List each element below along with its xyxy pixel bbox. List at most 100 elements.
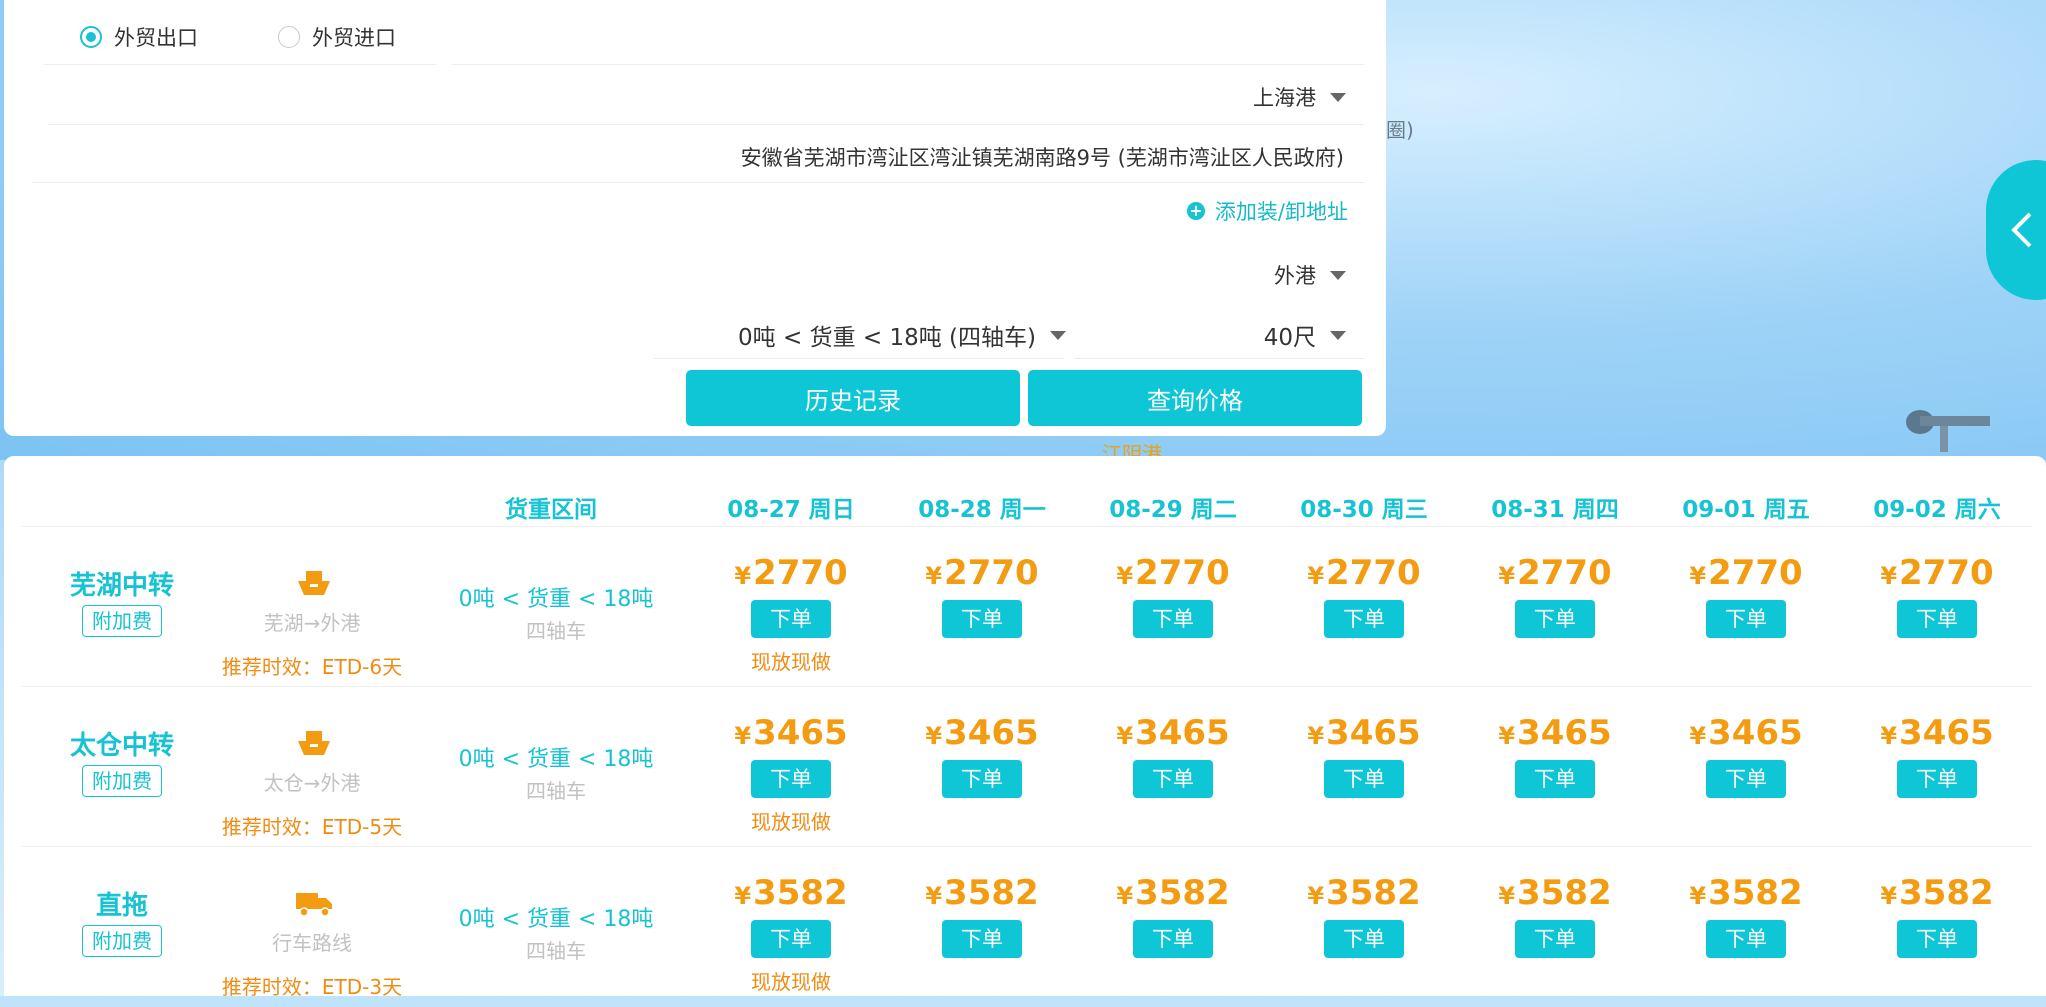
price-cell: ¥2770 下单 [887,553,1077,638]
price-value: ¥3582 [1689,873,1803,913]
order-button[interactable]: 下单 [1897,600,1977,638]
order-button[interactable]: 下单 [1706,760,1786,798]
order-button[interactable]: 下单 [751,600,831,638]
divider [48,124,1364,125]
map-label: 圈) [1386,118,1414,142]
radio-unchecked-icon [278,26,300,48]
order-button[interactable]: 下单 [1324,760,1404,798]
order-button[interactable]: 下单 [1133,600,1213,638]
query-price-button[interactable]: 查询价格 [1028,370,1362,426]
price-cell: ¥3465 下单 [1078,713,1268,798]
table-row: 太仓中转 附加费 太仓→外港 推荐时效：ETD-5天 0吨 < 货重 < 18吨… [22,686,2032,847]
truck-type: 四轴车 [526,779,586,803]
price-cell: ¥3582 下单 [1460,873,1650,958]
chevron-down-icon [1330,330,1346,340]
order-button[interactable]: 下单 [1706,920,1786,958]
ship-decoration-icon [1906,410,1990,452]
surcharge-button[interactable]: 附加费 [82,765,162,797]
order-button[interactable]: 下单 [1133,920,1213,958]
price-value: ¥2770 [1498,553,1612,593]
price-value: ¥3582 [1880,873,1994,913]
order-button[interactable]: 下单 [1897,760,1977,798]
weight-range: 0吨 < 货重 < 18吨 [458,907,654,932]
chevron-down-icon [1050,330,1066,340]
radio-import-label: 外贸进口 [312,26,396,50]
price-value: ¥3582 [734,873,848,913]
date-header: 08-27 周日 [727,497,855,523]
price-value: ¥2770 [1116,553,1230,593]
add-address-link[interactable]: + 添加装/卸地址 [1186,196,1348,226]
chevron-left-icon [2011,212,2032,248]
order-button[interactable]: 下单 [751,920,831,958]
order-button[interactable]: 下单 [1897,920,1977,958]
price-cell: ¥3582 下单 [1842,873,2032,958]
history-button[interactable]: 历史记录 [686,370,1020,426]
order-button[interactable]: 下单 [751,760,831,798]
address-value: 安徽省芜湖市湾沚区湾沚镇芜湖南路9号 (芜湖市湾沚区人民政府) [740,146,1344,170]
plus-circle-icon: + [1186,202,1205,220]
port-value: 上海港 [1253,86,1316,110]
availability-note: 现放现做 [751,810,831,834]
availability-note: 现放现做 [751,970,831,994]
price-value: ¥3465 [1498,713,1612,753]
availability-note: 现放现做 [751,650,831,674]
container-select[interactable]: 40尺 [1264,318,1346,352]
route-name: 芜湖中转 [69,571,174,601]
ship-icon [298,571,330,595]
side-collapse-toggle[interactable] [1986,160,2046,300]
date-header: 09-01 周五 [1682,497,1810,523]
order-button[interactable]: 下单 [942,760,1022,798]
truck-icon [296,893,332,917]
weight-select[interactable]: 0吨 < 货重 < 18吨 (四轴车) [738,318,1066,352]
radio-export[interactable]: 外贸出口 [80,22,198,52]
order-button[interactable]: 下单 [1515,920,1595,958]
eta-text: 推荐时效：ETD-6天 [221,655,403,679]
price-value: ¥2770 [925,553,1039,593]
surcharge-button[interactable]: 附加费 [82,605,162,637]
price-value: ¥3465 [1880,713,1994,753]
port-select[interactable]: 上海港 [1253,82,1346,112]
price-value: ¥2770 [1307,553,1421,593]
weight-range: 0吨 < 货重 < 18吨 [458,587,654,612]
price-cell: ¥3465 下单 [887,713,1077,798]
price-cell: ¥3582 下单 [1078,873,1268,958]
terminal-value: 外港 [1274,264,1316,288]
order-button[interactable]: 下单 [1324,600,1404,638]
order-button[interactable]: 下单 [1515,760,1595,798]
chevron-down-icon [1330,270,1346,280]
radio-import[interactable]: 外贸进口 [278,22,396,52]
price-cell: ¥3582 下单 [1269,873,1459,958]
order-button[interactable]: 下单 [942,600,1022,638]
price-value: ¥2770 [1689,553,1803,593]
price-value: ¥3582 [1498,873,1612,913]
terminal-select[interactable]: 外港 [1274,260,1346,290]
price-cell: ¥2770 下单 [1078,553,1268,638]
price-cell: ¥2770 下单 [1842,553,2032,638]
price-cell: ¥2770 下单 [1269,553,1459,638]
divider [44,64,436,65]
table-row: 芜湖中转 附加费 芜湖→外港 推荐时效：ETD-6天 0吨 < 货重 < 18吨… [22,526,2032,687]
route-path: 太仓→外港 [263,771,361,795]
divider [654,358,1064,359]
price-cell: ¥2770 下单 [1460,553,1650,638]
order-button[interactable]: 下单 [942,920,1022,958]
container-value: 40尺 [1263,325,1316,351]
route-name: 太仓中转 [69,731,174,761]
order-button[interactable]: 下单 [1133,760,1213,798]
address-field[interactable]: 安徽省芜湖市湾沚区湾沚镇芜湖南路9号 (芜湖市湾沚区人民政府) [741,142,1344,172]
driving-route-link[interactable]: 行车路线 [212,927,412,956]
surcharge-button[interactable]: 附加费 [82,925,162,957]
date-header: 08-30 周三 [1300,497,1428,523]
price-cell: ¥3465 下单 [1460,713,1650,798]
weight-value: 0吨 < 货重 < 18吨 (四轴车) [738,325,1036,351]
price-value: ¥3465 [925,713,1039,753]
date-header: 08-31 周四 [1491,497,1619,523]
trade-type-selector: 外贸出口 外贸进口 [44,0,1362,66]
order-button[interactable]: 下单 [1515,600,1595,638]
truck-type: 四轴车 [526,619,586,643]
price-cell: ¥2770 下单 现放现做 [696,553,886,675]
price-cell: ¥3465 下单 现放现做 [696,713,886,835]
price-cell: ¥3465 下单 [1842,713,2032,798]
order-button[interactable]: 下单 [1324,920,1404,958]
order-button[interactable]: 下单 [1706,600,1786,638]
